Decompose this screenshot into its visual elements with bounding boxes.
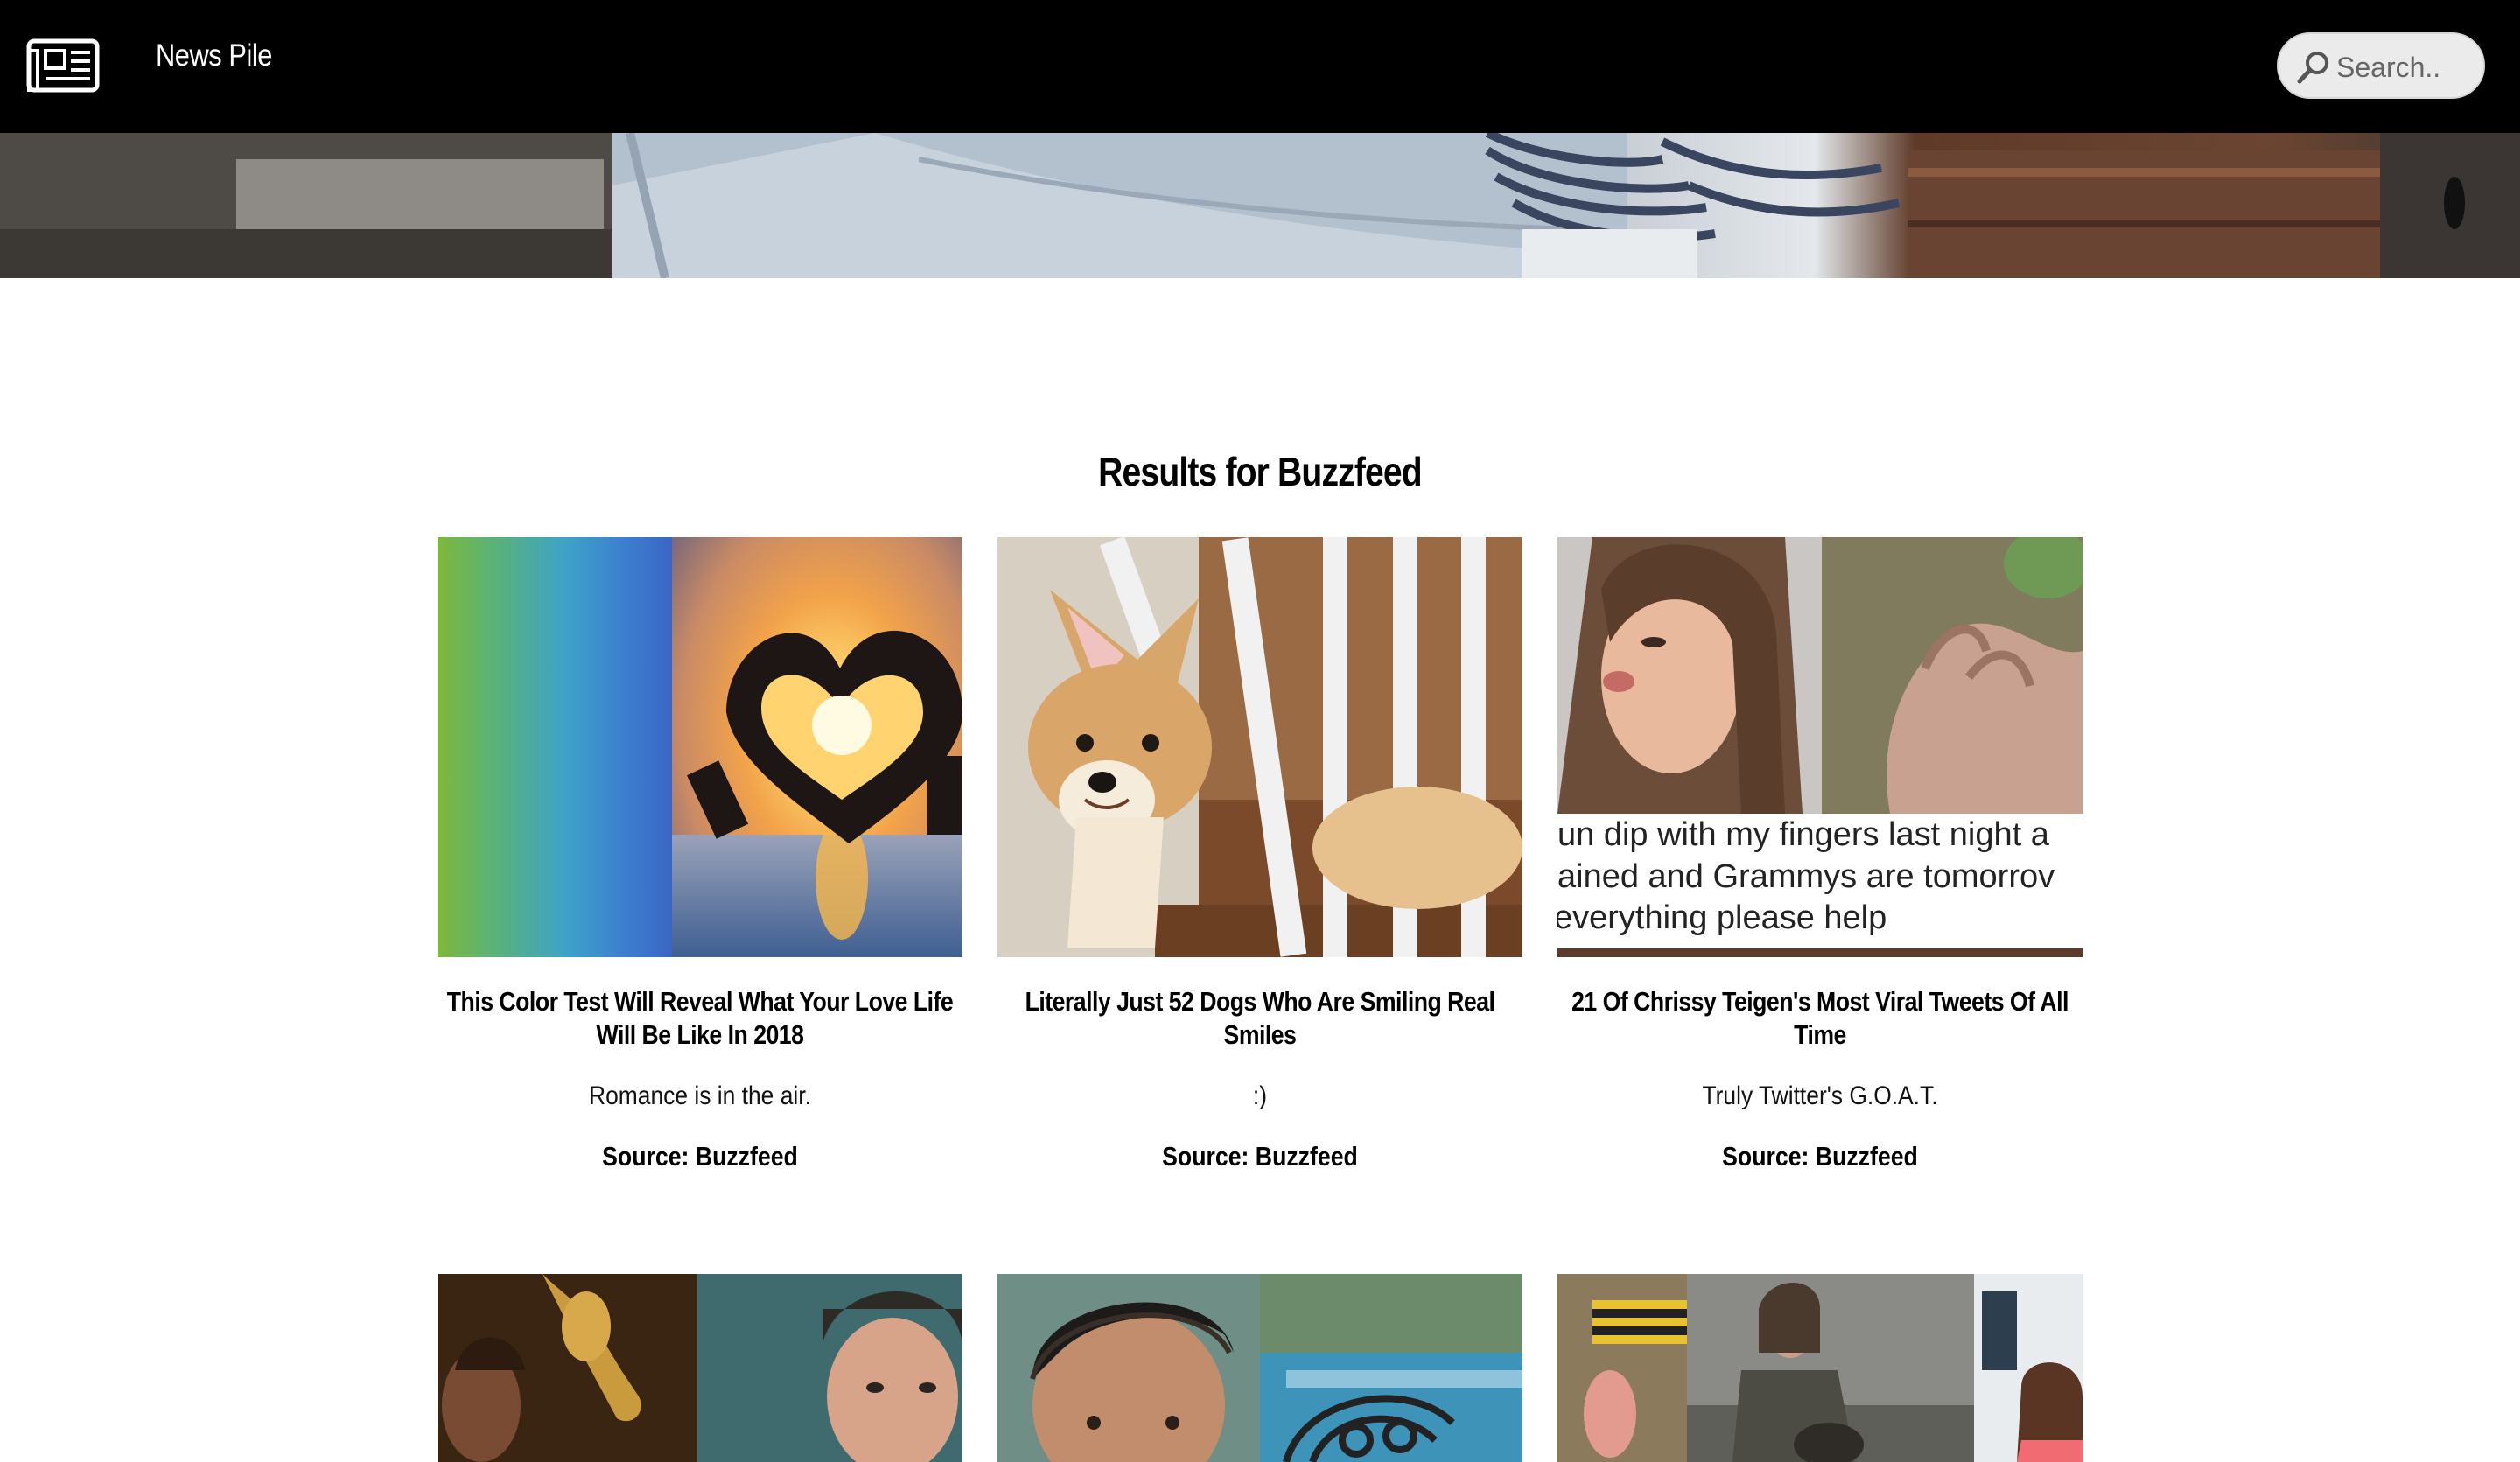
article-description: Truly Twitter's G.O.A.T.: [1702, 1081, 1938, 1110]
results-heading: Results for Buzzfeed: [1098, 449, 1423, 494]
hero-banner-image: [0, 133, 2520, 278]
search-icon: [2297, 52, 2328, 84]
article-description: :): [1252, 1081, 1268, 1110]
article-source: Source: Buzzfeed: [1162, 1141, 1358, 1172]
article-image[interactable]: [438, 537, 962, 957]
article-card[interactable]: un dip with my fingers last night a aine…: [1558, 537, 2082, 1172]
article-title[interactable]: Literally Just 52 Dogs Who Are Smiling R…: [1004, 985, 1516, 1052]
image-caption-line: ained and Grammys are tomorrov: [1558, 858, 2054, 895]
search-input[interactable]: [2334, 45, 2478, 90]
article-image[interactable]: [998, 537, 1522, 957]
article-title[interactable]: 21 Of Chrissy Teigen's Most Viral Tweets…: [1564, 985, 2076, 1052]
search-box[interactable]: [2277, 32, 2485, 99]
article-image[interactable]: [998, 1274, 1522, 1462]
image-caption-line: un dip with my fingers last night a: [1558, 816, 2050, 853]
brand-title[interactable]: News Pile: [156, 33, 272, 79]
article-card[interactable]: This Color Test Will Reveal What Your Lo…: [438, 537, 962, 1172]
article-description: Romance is in the air.: [589, 1081, 811, 1110]
top-navbar: News Pile: [0, 0, 2520, 133]
newspaper-icon[interactable]: [26, 38, 100, 93]
article-source: Source: Buzzfeed: [602, 1141, 798, 1172]
article-image[interactable]: [1558, 1274, 2082, 1462]
article-image[interactable]: un dip with my fingers last night a aine…: [1558, 537, 2082, 957]
article-image[interactable]: [438, 1274, 962, 1462]
article-source: Source: Buzzfeed: [1722, 1141, 1918, 1172]
article-card[interactable]: Literally Just 52 Dogs Who Are Smiling R…: [998, 537, 1522, 1172]
image-caption-line: everything please help: [1558, 899, 1886, 936]
article-title[interactable]: This Color Test Will Reveal What Your Lo…: [444, 985, 956, 1052]
